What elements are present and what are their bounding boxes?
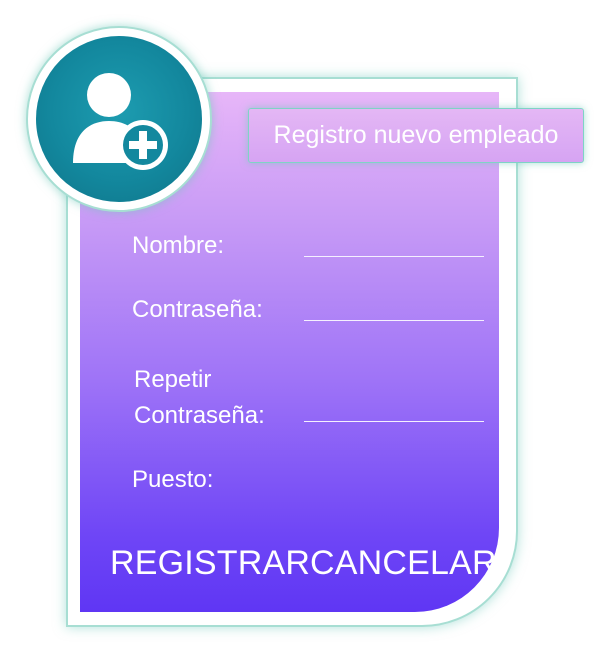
register-button[interactable]: REGISTRAR [110, 543, 310, 583]
add-user-icon [73, 73, 168, 170]
contrasena-field[interactable] [304, 320, 484, 321]
repetir-label-line1: Repetir [134, 366, 212, 393]
contrasena-label: Contraseña: [132, 296, 263, 323]
repetir-contrasena-field[interactable] [304, 421, 484, 422]
puesto-label: Puesto: [132, 466, 214, 493]
form-title: Registro nuevo empleado [248, 108, 584, 163]
nombre-label: Nombre: [132, 232, 225, 259]
cancel-button[interactable]: CANCELAR [310, 543, 497, 583]
avatar [36, 36, 202, 202]
nombre-field[interactable] [304, 256, 484, 257]
repetir-contrasena-label: Contraseña: [134, 402, 265, 429]
